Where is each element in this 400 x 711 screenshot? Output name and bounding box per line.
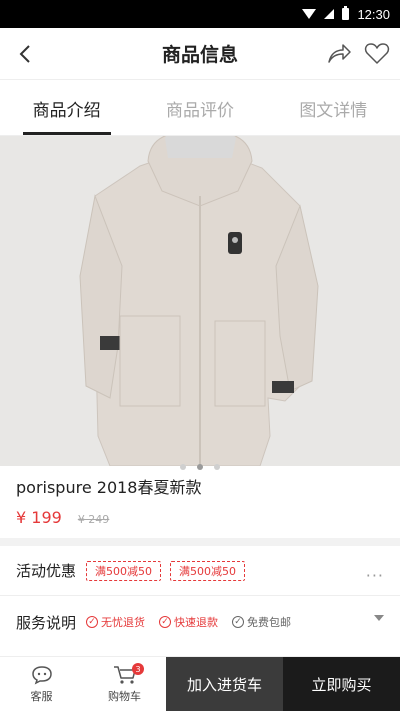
- price-row: ¥ 199 ¥ 249: [16, 508, 109, 527]
- product-photo: [0, 136, 400, 466]
- share-icon[interactable]: [326, 42, 352, 66]
- chat-face-icon: [31, 665, 52, 684]
- heart-icon[interactable]: [364, 42, 390, 66]
- tab-product-reviews[interactable]: 商品评价: [133, 80, 266, 135]
- tab-bar: 商品介绍 商品评价 图文详情: [0, 80, 400, 136]
- carousel-indicator: [0, 455, 400, 474]
- service-row[interactable]: 服务说明 ✓ 无忧退货 ✓ 快速退款 ✓ 免费包邮: [0, 597, 400, 647]
- cart-badge: 3: [132, 663, 144, 675]
- chevron-down-icon[interactable]: [374, 615, 384, 621]
- tab-image-details[interactable]: 图文详情: [267, 80, 400, 135]
- add-to-cart-button[interactable]: 加入进货车: [166, 657, 283, 711]
- check-circle-icon: ✓: [159, 616, 172, 628]
- customer-service-button[interactable]: 客服: [0, 657, 83, 711]
- page-title: 商品信息: [161, 44, 238, 66]
- carousel-dot[interactable]: [214, 464, 221, 470]
- service-item: ✓ 免费包邮: [232, 614, 291, 630]
- check-circle-icon: ✓: [86, 616, 99, 628]
- customer-service-label: 客服: [30, 689, 53, 703]
- wifi-icon: [302, 9, 317, 19]
- check-circle-icon: ✓: [232, 616, 245, 628]
- title-bar: 商品信息: [0, 28, 400, 80]
- service-item: ✓ 无忧退货: [86, 614, 145, 630]
- section-divider: [0, 538, 400, 546]
- promotion-label: 活动优惠: [16, 562, 77, 580]
- service-item-text: 免费包邮: [247, 616, 292, 629]
- buy-now-button[interactable]: 立即购买: [283, 657, 400, 711]
- current-price: ¥ 199: [16, 508, 62, 527]
- product-name: porispure 2018春夏新款: [16, 478, 202, 497]
- service-item: ✓ 快速退款: [159, 614, 218, 630]
- carousel-dot[interactable]: [179, 464, 186, 470]
- cart-button[interactable]: 3 购物车: [83, 657, 166, 711]
- bottom-action-bar: 客服 3 购物车 加入进货车 立即购买: [0, 656, 400, 711]
- service-label: 服务说明: [16, 613, 77, 632]
- carousel-dot-active[interactable]: [197, 464, 203, 470]
- signal-icon: [324, 9, 335, 19]
- cart-label: 购物车: [108, 689, 141, 703]
- product-image[interactable]: [0, 136, 400, 466]
- coupon-tag[interactable]: 满500减50: [170, 560, 246, 581]
- tab-product-intro[interactable]: 商品介绍: [0, 80, 133, 135]
- original-price: ¥ 249: [77, 513, 110, 526]
- coupon-tag[interactable]: 满500减50: [86, 560, 162, 581]
- status-bar: 12:30: [0, 0, 400, 28]
- back-arrow-icon[interactable]: [14, 42, 38, 66]
- more-icon[interactable]: ···: [366, 566, 384, 585]
- service-item-text: 无忧退货: [101, 616, 146, 629]
- status-time: 12:30: [357, 6, 390, 22]
- promotion-row[interactable]: 活动优惠 满500减50 满500减50 ···: [0, 546, 400, 596]
- battery-icon: [342, 6, 350, 20]
- service-item-text: 快速退款: [174, 616, 219, 629]
